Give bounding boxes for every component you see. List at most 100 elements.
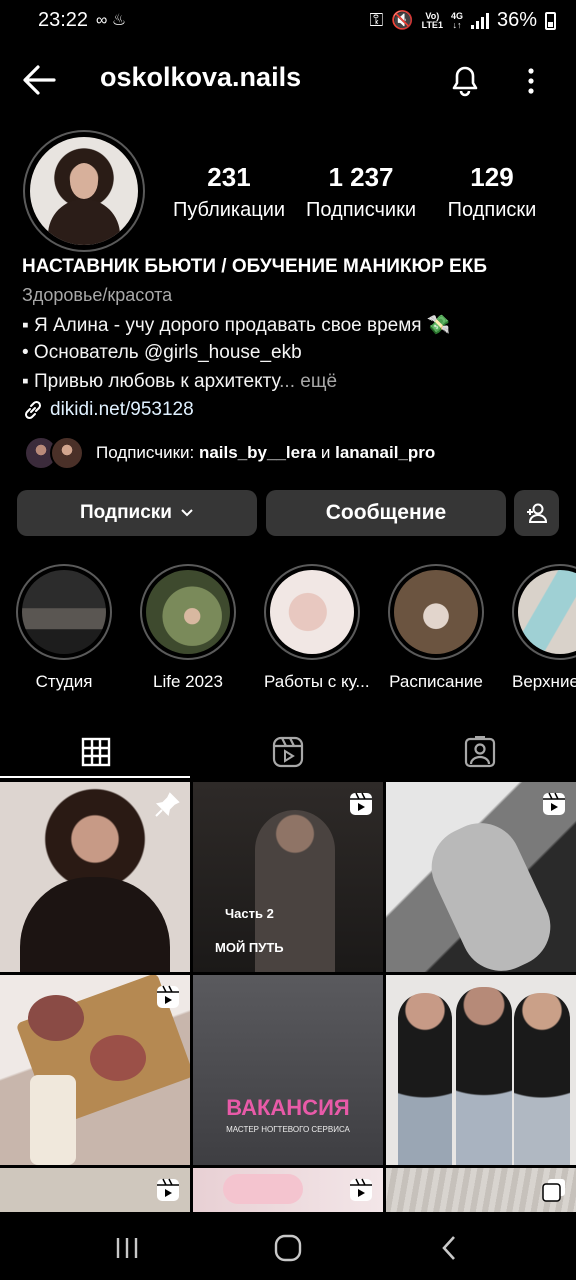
highlight-cover (22, 570, 106, 654)
tab-posts-grid[interactable] (0, 726, 192, 778)
highlight-top[interactable]: Верхние (512, 564, 576, 692)
highlight-life-2023[interactable]: Life 2023 (140, 564, 236, 692)
followed-by[interactable]: Подписчики: nails_by__lera и lananail_pr… (24, 436, 435, 470)
tagged-person-icon (464, 736, 496, 768)
bio-line-2: • Основатель @girls_house_ekb (22, 342, 302, 364)
reel-badge-icon (157, 1178, 179, 1201)
post-7[interactable] (0, 1168, 190, 1212)
status-bar: 23:22 ∞ ♨ ⚿ 🔇 Vo) LTE1 4G ↓↑ 36% (0, 0, 576, 44)
highlight-cover (270, 570, 354, 654)
post-2-caption-2: МОЙ ПУТЬ (215, 940, 284, 955)
status-right-icons: ⚿ 🔇 Vo) LTE1 4G ↓↑ 36% (369, 9, 556, 32)
following-button-label: Подписки (80, 502, 172, 523)
following-button[interactable]: Подписки (17, 490, 257, 536)
grid-icon (81, 737, 111, 767)
post-8[interactable] (193, 1168, 383, 1212)
stat-following-count: 129 (470, 162, 514, 192)
highlight-label: Верхние (512, 672, 576, 691)
bio-name: НАСТАВНИК БЬЮТИ / ОБУЧЕНИЕ МАНИКЮР ЕКБ (22, 256, 487, 277)
followed-by-user-1[interactable]: nails_by__lera (199, 443, 316, 462)
link-icon (24, 400, 42, 420)
bio-more-link[interactable]: ... ещё (279, 371, 337, 392)
post-8-nail (223, 1174, 303, 1204)
stat-posts-label: Публикации (172, 199, 286, 221)
stat-posts[interactable]: 231 Публикации (164, 162, 294, 222)
highlight-label: Расписание (389, 672, 483, 691)
highlight-ring (264, 564, 360, 660)
mute-icon: 🔇 (391, 10, 414, 30)
bio-line-1: ▪ Я Алина - учу дорого продавать свое вр… (22, 315, 451, 336)
stat-following[interactable]: 129 Подписки (430, 162, 554, 222)
suggest-people-button[interactable] (514, 490, 559, 536)
followed-by-text: Подписчики: nails_by__lera и lananail_pr… (96, 443, 435, 463)
post-2-caption-1: Часть 2 (225, 906, 274, 921)
stat-following-label: Подписки (447, 199, 537, 221)
pin-icon (155, 792, 180, 817)
status-notification-icons: ∞ ♨ (96, 12, 127, 29)
network-4g-icon: 4G ↓↑ (450, 10, 463, 30)
notifications-button[interactable] (448, 62, 482, 98)
highlight-label: Работы с ку... (264, 672, 370, 691)
post-9[interactable] (386, 1168, 576, 1212)
post-3[interactable] (386, 782, 576, 972)
volte-icon: Vo) LTE1 (421, 10, 443, 30)
stat-followers-label: Подписчики (305, 199, 417, 221)
profile-username: oskolkova.nails (100, 62, 302, 92)
bio-line-3-text: ▪ Привью любовь к архитекту (22, 371, 280, 392)
bio-link-text: dikidi.net/953128 (50, 399, 194, 420)
key-icon: ⚿ (369, 10, 384, 30)
stat-followers-count: 1 237 (328, 162, 394, 192)
bio-link[interactable]: dikidi.net/953128 (22, 399, 194, 421)
post-6-person-3 (514, 993, 570, 1165)
battery-icon (545, 11, 556, 30)
profile-avatar[interactable] (30, 137, 138, 245)
reel-badge-icon (350, 792, 372, 815)
highlight-schedule[interactable]: Расписание (388, 564, 484, 692)
reel-badge-icon (543, 792, 565, 815)
post-1-body (20, 877, 170, 972)
highlight-works[interactable]: Работы с ку... (264, 564, 370, 692)
more-options-button[interactable] (520, 66, 542, 96)
status-time: 23:22 (38, 9, 89, 31)
post-3-figure (418, 810, 564, 972)
highlight-label: Студия (35, 672, 93, 691)
post-5[interactable]: ВАКАНСИЯ МАСТЕР НОГТЕВОГО СЕРВИСА (193, 975, 383, 1165)
post-4-glass-2 (90, 1035, 146, 1081)
tab-reels[interactable] (192, 726, 384, 778)
bio-category: Здоровье/красота (22, 285, 173, 305)
post-4[interactable] (0, 975, 190, 1165)
highlight-cover (146, 570, 230, 654)
followed-by-prefix: Подписчики: (96, 443, 199, 462)
post-1[interactable] (0, 782, 190, 972)
post-4-bottle (30, 1075, 76, 1165)
add-person-icon (526, 503, 547, 523)
back-button[interactable] (20, 62, 60, 98)
post-2[interactable]: Часть 2 МОЙ ПУТЬ (193, 782, 383, 972)
tab-tagged[interactable] (384, 726, 576, 778)
post-6-person-2 (456, 987, 512, 1165)
avatar-face (70, 163, 98, 199)
highlight-ring (140, 564, 236, 660)
follower-avatar-2 (50, 436, 84, 470)
stat-posts-count: 231 (207, 162, 251, 192)
back-nav-icon[interactable] (440, 1235, 458, 1261)
post-6[interactable] (386, 975, 576, 1165)
active-tab-indicator (0, 776, 190, 778)
post-4-glass-1 (28, 995, 84, 1041)
stat-followers[interactable]: 1 237 Подписчики (296, 162, 426, 222)
highlight-studio[interactable]: Студия (16, 564, 112, 692)
bio-line-3: ▪ Привью любовь к архитекту... ещё (22, 371, 337, 393)
followed-by-user-2[interactable]: lananail_pro (335, 443, 435, 462)
highlight-cover (518, 570, 576, 654)
bio-line-2-text[interactable]: • Основатель @girls_house_ekb (22, 342, 302, 363)
reel-badge-icon (350, 1178, 372, 1201)
signal-icon (470, 12, 489, 29)
bell-icon (452, 66, 478, 97)
chevron-down-icon (181, 509, 193, 517)
avatar-body (48, 199, 120, 245)
post-5-title: ВАКАНСИЯ (226, 1095, 350, 1120)
message-button[interactable]: Сообщение (266, 490, 506, 536)
recent-apps-icon[interactable] (114, 1236, 140, 1260)
home-icon[interactable] (274, 1234, 302, 1262)
back-arrow-icon (23, 65, 56, 95)
